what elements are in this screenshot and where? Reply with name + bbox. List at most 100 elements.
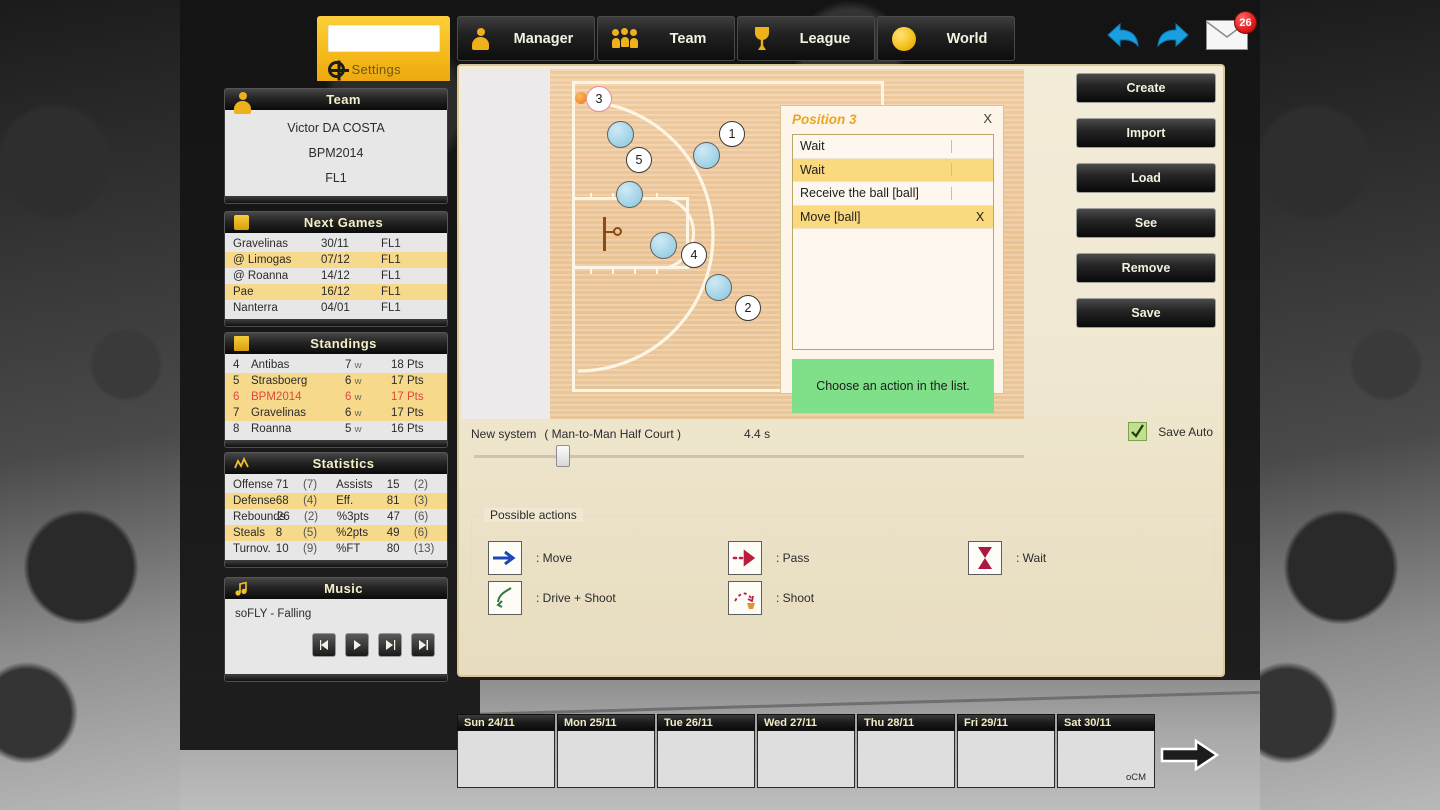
load-button[interactable]: Load (1076, 163, 1216, 193)
calendar-day[interactable]: Thu 28/11 (857, 714, 955, 788)
nav-item-league[interactable]: League (737, 16, 875, 61)
list-item[interactable]: Pae 16/12 FL1 (225, 284, 447, 300)
see-button[interactable]: See (1076, 208, 1216, 238)
stat-label: Offense (233, 479, 274, 491)
action-list-item[interactable]: Receive the ball [ball] (793, 182, 993, 206)
player-marker-3[interactable]: 3 (586, 86, 612, 112)
table-row[interactable]: 8 Roanna 5 w 16 Pts (225, 421, 447, 437)
standing-wins: 7 w (345, 359, 362, 371)
possible-actions-fieldset: Possible actions : Move : Pass: Wait: … (471, 508, 1215, 627)
standing-wins: 5 w (345, 423, 362, 435)
hourglass-icon (968, 541, 1002, 575)
action-list-item[interactable]: Wait (793, 158, 993, 182)
background-floor-shadow (180, 680, 480, 750)
game-date: 04/01 (321, 302, 350, 314)
calendar-day-note: oCM (1125, 772, 1146, 783)
action-label: Receive the ball [ball] (800, 186, 919, 201)
calendar-day-body[interactable] (457, 731, 555, 788)
settings-tab[interactable]: Settings (317, 16, 450, 81)
team-club-name: BPM2014 (308, 146, 364, 160)
import-button[interactable]: Import (1076, 118, 1216, 148)
close-icon[interactable]: X (983, 111, 992, 126)
stat-label: Defense (233, 495, 276, 507)
calendar-day[interactable]: Sat 30/11 oCM (1057, 714, 1155, 788)
table-row[interactable]: 6 BPM2014 6 w 17 Pts (225, 389, 447, 405)
table-row[interactable]: 4 Antibas 7 w 18 Pts (225, 357, 447, 373)
game-date: 07/12 (321, 254, 350, 266)
prev-track-button[interactable] (312, 633, 336, 657)
calendar-day-label: Sun 24/11 (457, 714, 555, 731)
divider (951, 163, 952, 177)
player-marker-2[interactable]: 2 (735, 295, 761, 321)
panel-statistics-footer (224, 561, 448, 568)
save-button[interactable]: Save (1076, 298, 1216, 328)
nav-item-team[interactable]: Team (597, 16, 735, 61)
action-list-item[interactable]: Move [ball] X (793, 205, 993, 229)
play-button[interactable] (345, 633, 369, 657)
forward-arrow-icon[interactable] (1156, 20, 1190, 50)
list-item[interactable]: Gravelinas 30/11 FL1 (225, 236, 447, 252)
legend-label: : Move (536, 551, 573, 565)
next-arrow-icon[interactable] (1160, 738, 1220, 772)
shoot-arc-icon (728, 581, 762, 615)
pass-arrow-icon (728, 541, 762, 575)
settings-input[interactable] (327, 25, 440, 52)
system-info-row: New system ( Man-to-Man Half Court ) 4.4… (471, 423, 1215, 445)
back-arrow-icon[interactable] (1106, 20, 1140, 50)
calendar-day[interactable]: Fri 29/11 (957, 714, 1055, 788)
tactics-panel: 3 5 1 4 2 Position 3 X Wait Wait Receive… (457, 64, 1225, 677)
timeline-slider-thumb[interactable] (556, 445, 570, 467)
background-left (0, 0, 180, 810)
calendar-day-body[interactable] (557, 731, 655, 788)
calendar-bar: Sun 24/11 Mon 25/11 Tue 26/11 Wed 27/11 … (457, 714, 1155, 788)
player-dot[interactable] (705, 274, 732, 301)
calendar-day[interactable]: Mon 25/11 (557, 714, 655, 788)
popup-title: Position 3 (792, 112, 857, 127)
stat-value: 26 (277, 511, 290, 523)
legend-item-pass: : Pass (728, 541, 809, 575)
list-item[interactable]: Nanterra 04/01 FL1 (225, 300, 447, 316)
list-item[interactable]: @ Limogas 07/12 FL1 (225, 252, 447, 268)
player-dot[interactable] (607, 121, 634, 148)
player-dot[interactable] (650, 232, 677, 259)
table-row[interactable]: 7 Gravelinas 6 w 17 Pts (225, 405, 447, 421)
list-item[interactable]: @ Roanna 14/12 FL1 (225, 268, 447, 284)
calendar-day[interactable]: Sun 24/11 (457, 714, 555, 788)
player-marker-5[interactable]: 5 (626, 147, 652, 173)
system-type: ( Man-to-Man Half Court ) (544, 427, 682, 441)
nav-item-world[interactable]: World (877, 16, 1015, 61)
calendar-day-body[interactable]: oCM (1057, 731, 1155, 788)
save-auto-checkbox[interactable] (1128, 422, 1148, 441)
mail-icon[interactable]: 26 (1206, 11, 1257, 50)
calendar-day[interactable]: Tue 26/11 (657, 714, 755, 788)
nav-item-manager[interactable]: Manager (457, 16, 595, 61)
stat-value: 68 (275, 495, 289, 507)
calendar-day-body[interactable] (757, 731, 855, 788)
nav-label-league: League (799, 30, 851, 47)
save-auto-control[interactable]: Save Auto (1128, 422, 1213, 441)
stat-value: 15 (386, 479, 400, 491)
calendar-day-body[interactable] (857, 731, 955, 788)
action-list-item[interactable]: Wait (793, 135, 993, 159)
player-marker-4[interactable]: 4 (681, 242, 707, 268)
player-dot[interactable] (616, 181, 643, 208)
create-button[interactable]: Create (1076, 73, 1216, 103)
stat-label: Assists (336, 479, 373, 491)
next-track-button[interactable] (411, 633, 435, 657)
panel-standings-footer (224, 441, 448, 448)
calendar-day-body[interactable] (657, 731, 755, 788)
table-row[interactable]: 5 Strasboerg 6 w 17 Pts (225, 373, 447, 389)
action-label: Move [ball] (800, 209, 861, 224)
calendar-day-body[interactable] (957, 731, 1055, 788)
standing-points: 18 Pts (391, 359, 424, 371)
calendar-day[interactable]: Wed 27/11 (757, 714, 855, 788)
panel-music: Music soFLY - Falling (224, 577, 448, 682)
player-dot[interactable] (693, 142, 720, 169)
standing-rank: 4 (233, 359, 240, 371)
player-marker-1[interactable]: 1 (719, 121, 745, 147)
remove-button[interactable]: Remove (1076, 253, 1216, 283)
note-icon (235, 581, 247, 596)
pause-button[interactable] (378, 633, 402, 657)
action-list: Wait Wait Receive the ball [ball] Move [… (792, 134, 994, 350)
action-remove[interactable]: X (967, 210, 993, 224)
